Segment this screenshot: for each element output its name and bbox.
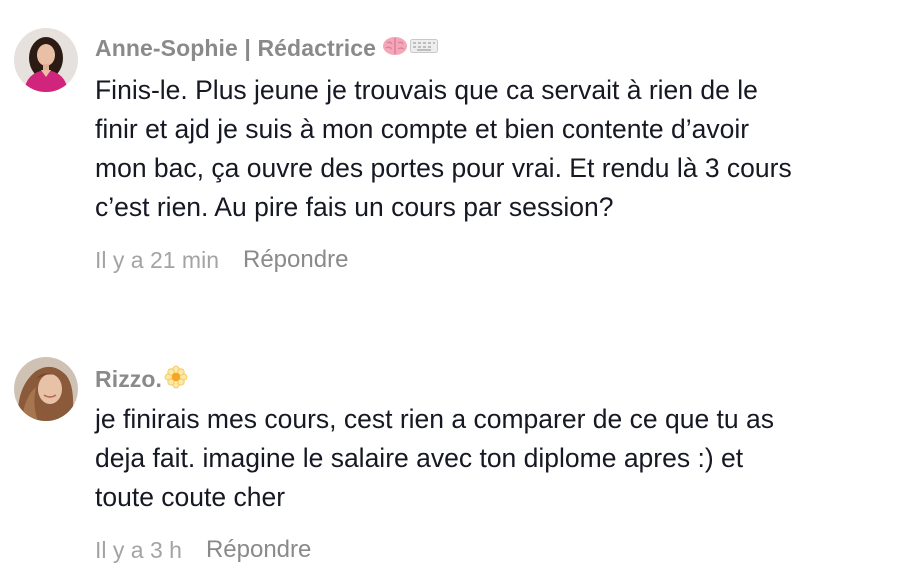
flower-icon [164,365,188,394]
comment-meta: Il y a 21 min Répondre [95,244,348,276]
reply-button[interactable]: Répondre [206,536,311,564]
comment-meta: Il y a 3 h Répondre [95,534,311,566]
author-line: Anne-Sophie | Rédactrice [95,33,439,63]
author-name[interactable]: Anne-Sophie | Rédactrice [95,35,376,62]
author-name[interactable]: Rizzo. [95,366,162,393]
avatar-image [14,28,78,92]
comment-text: je finirais mes cours, cest rien a compa… [95,400,910,517]
comment-line: c’est rien. Au pire fais un cours par se… [95,192,614,222]
avatar[interactable] [14,28,78,92]
avatar-image [14,357,78,421]
timestamp: Il y a 21 min [95,246,219,273]
timestamp: Il y a 3 h [95,536,182,563]
comment-line: je finirais mes cours, cest rien a compa… [95,404,774,434]
comment-line: deja fait. imagine le salaire avec ton d… [95,443,744,473]
comment-line: mon bac, ça ouvre des portes pour vrai. … [95,153,792,183]
comment-text: Finis-le. Plus jeune je trouvais que ca … [95,71,910,227]
comment-line: Finis-le. Plus jeune je trouvais que ca … [95,75,758,105]
avatar[interactable] [14,357,78,421]
reply-button[interactable]: Répondre [243,246,348,274]
comment-line: finir et ajd je suis à mon compte et bie… [95,114,750,144]
comment-line: toute coute cher [95,482,286,512]
brain-icon [382,35,408,62]
keyboard-icon [410,38,439,58]
author-line: Rizzo. [95,364,188,394]
